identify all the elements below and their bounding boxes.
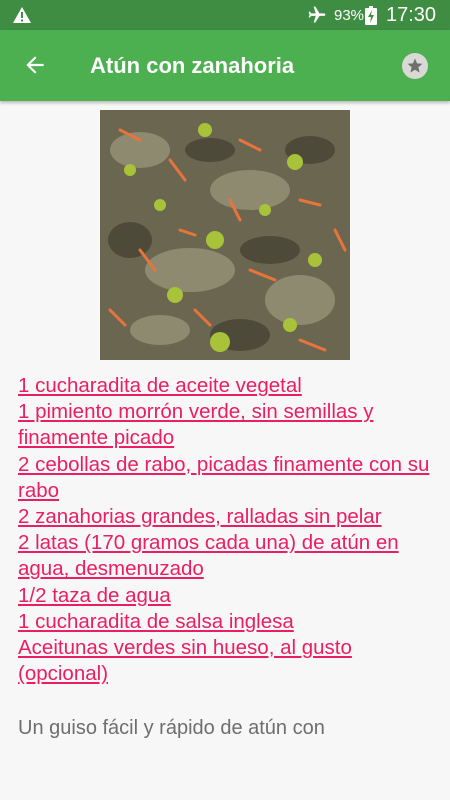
ingredient-link[interactable]: Aceitunas verdes sin hueso, al gusto (op… — [18, 636, 352, 685]
ingredient-item: 1/2 taza de agua — [18, 583, 443, 609]
ingredient-item: Aceitunas verdes sin hueso, al gusto (op… — [18, 635, 443, 687]
battery-percent: 93% — [334, 7, 365, 24]
ingredient-link[interactable]: 1 cucharadita de aceite vegetal — [18, 374, 302, 397]
ingredient-item: 2 zanahorias grandes, ralladas sin pelar — [18, 504, 443, 530]
recipe-description: Un guiso fácil y rápido de atún con — [18, 717, 325, 739]
airplane-mode-icon — [308, 6, 326, 23]
ingredient-link[interactable]: 1 cucharadita de salsa inglesa — [18, 610, 294, 633]
ingredient-link[interactable]: 2 cebollas de rabo, picadas finamente co… — [18, 453, 429, 502]
ingredient-item: 1 cucharadita de aceite vegetal — [18, 373, 443, 399]
recipe-photo — [100, 110, 350, 360]
warning-icon — [13, 7, 31, 23]
ingredient-item: 2 cebollas de rabo, picadas finamente co… — [18, 452, 443, 504]
ingredient-list: 1 cucharadita de aceite vegetal 1 pimien… — [18, 373, 443, 687]
ingredient-link[interactable]: 2 zanahorias grandes, ralladas sin pelar — [18, 505, 382, 528]
status-bar: 93% 17:30 — [0, 0, 450, 30]
star-icon[interactable] — [401, 52, 429, 80]
ingredient-link[interactable]: 2 latas (170 gramos cada una) de atún en… — [18, 531, 399, 580]
ingredient-item: 2 latas (170 gramos cada una) de atún en… — [18, 530, 443, 582]
ingredient-item: 1 pimiento morrón verde, sin semillas y … — [18, 399, 443, 451]
ingredient-link[interactable]: 1/2 taza de agua — [18, 584, 171, 607]
app-bar: Atún con zanahoria — [0, 30, 450, 101]
arrow-back-icon[interactable] — [22, 52, 48, 78]
ingredient-item: 1 cucharadita de salsa inglesa — [18, 609, 443, 635]
status-clock: 17:30 — [386, 4, 437, 26]
page-title: Atún con zanahoria — [90, 53, 295, 78]
ingredient-link[interactable]: 1 pimiento morrón verde, sin semillas y … — [18, 400, 373, 449]
battery-charging-icon — [365, 6, 377, 25]
